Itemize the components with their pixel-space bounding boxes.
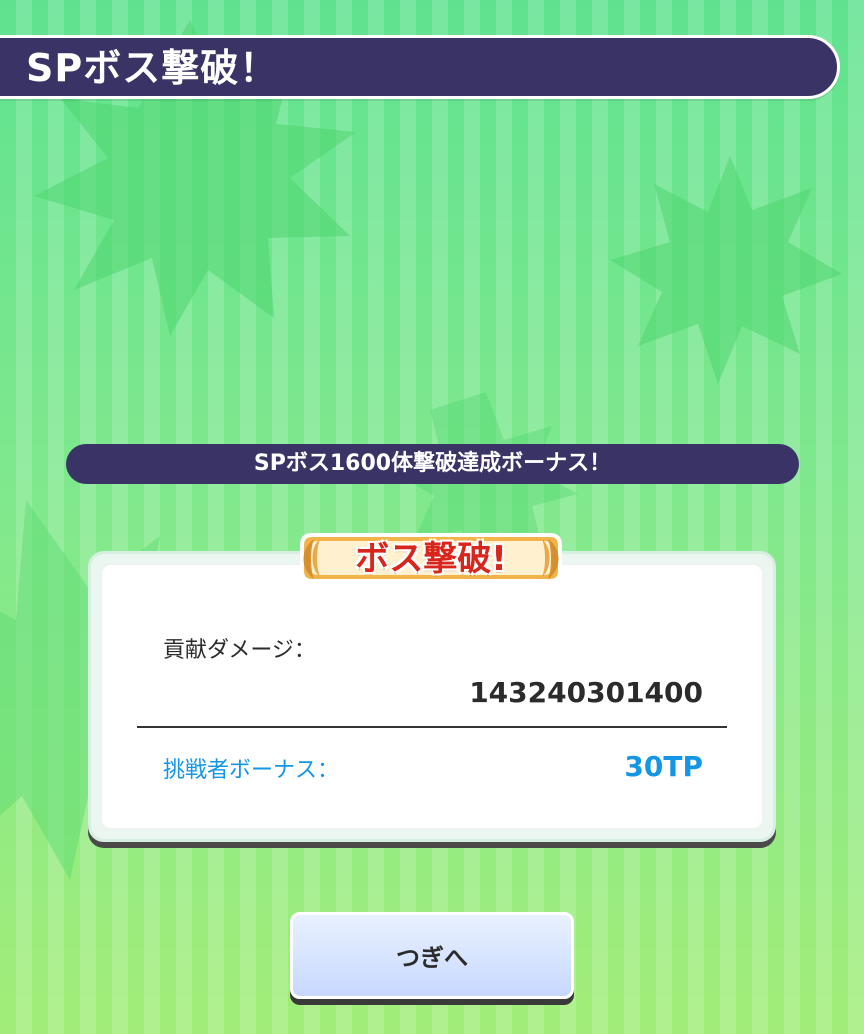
bonus-banner: SPボス1600体撃破達成ボーナス！ <box>66 444 799 484</box>
background <box>0 0 864 1034</box>
challenger-bonus-label: 挑戦者ボーナス： <box>163 758 340 783</box>
background-burst-shapes <box>0 20 842 880</box>
damage-label: 貢献ダメージ： <box>163 638 316 663</box>
result-panel: 貢献ダメージ： 143240301400 挑戦者ボーナス： 30TP <box>88 551 776 842</box>
next-button[interactable]: つぎへ <box>290 912 574 999</box>
badge-title: ボス撃破! <box>355 539 507 579</box>
challenger-bonus-value: 30TP <box>624 750 703 783</box>
boss-defeated-badge: ボス撃破! <box>294 525 568 591</box>
next-button-label: つぎへ <box>396 944 468 972</box>
page-title: SPボス撃破！ <box>26 46 279 90</box>
damage-value: 143240301400 <box>469 676 703 709</box>
result-divider <box>137 726 727 728</box>
burst-right <box>610 156 842 384</box>
